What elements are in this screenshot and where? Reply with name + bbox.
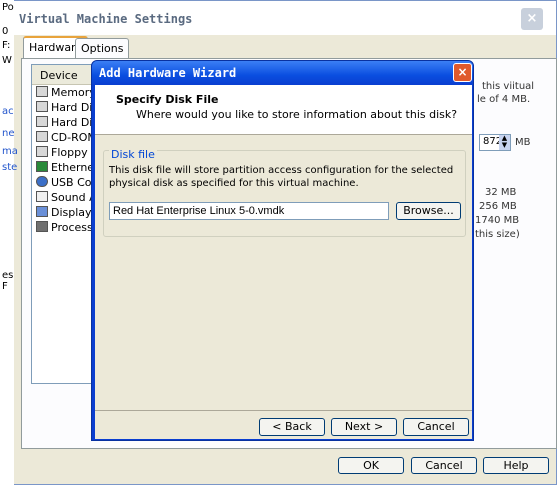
next-button[interactable]: Next > [331, 418, 397, 436]
wizard-close-icon[interactable]: × [453, 63, 472, 82]
device-item-floppy[interactable]: Floppy [36, 146, 88, 161]
bg-fragment: ac [2, 106, 14, 117]
tab-options[interactable]: Options [75, 38, 130, 58]
vm-settings-title: Virtual Machine Settings [19, 12, 193, 26]
bg-fragment: W [2, 55, 12, 66]
disk-file-group-label: Disk file [109, 148, 157, 161]
ok-button[interactable]: OK [338, 457, 404, 474]
device-item-usb[interactable]: USB Con [36, 176, 98, 191]
memory-size-note: this size) [475, 229, 520, 240]
hard-disk-icon [36, 116, 48, 127]
browse-button[interactable]: Browse... [396, 202, 461, 220]
wizard-titlebar: Add Hardware Wizard × [92, 61, 473, 85]
wizard-cancel-button[interactable]: Cancel [403, 418, 469, 436]
sound-icon [36, 191, 48, 202]
memory-mark-32: 32 MB [485, 187, 517, 198]
bg-fragment: 0 [2, 26, 9, 37]
usb-icon [36, 176, 48, 187]
device-item-display[interactable]: Display [36, 206, 92, 221]
disk-file-input[interactable] [109, 202, 389, 220]
memory-mark-256: 256 MB [479, 201, 517, 212]
memory-info-line-2: le of 4 MB. [477, 94, 531, 105]
memory-mark-1740: 1740 MB [475, 215, 520, 226]
bg-fragment: F: [2, 40, 11, 51]
device-item-cdrom[interactable]: CD-ROM [36, 131, 97, 146]
bg-fragment: es F [2, 270, 14, 292]
device-item-processor[interactable]: Processo [36, 221, 99, 236]
memory-info-line-1: this viitual [482, 81, 535, 92]
wizard-step-title: Specify Disk File [116, 93, 219, 106]
memory-unit: MB [515, 137, 531, 148]
help-button[interactable]: Help [483, 457, 549, 474]
floppy-icon [36, 146, 48, 157]
cancel-button[interactable]: Cancel [411, 457, 477, 474]
wizard-step-subtitle: Where would you like to store informatio… [136, 108, 458, 121]
background-window-strip: Po 0 F: W ac ne ma ste es F [0, 0, 18, 489]
cdrom-icon [36, 131, 48, 142]
device-item-memory[interactable]: Memory [36, 86, 96, 101]
display-icon [36, 206, 48, 217]
device-item-ethernet[interactable]: Ethernet [36, 161, 98, 176]
vm-settings-titlebar: Virtual Machine Settings × [1, 1, 556, 35]
vm-close-icon[interactable]: × [521, 8, 543, 30]
ethernet-icon [36, 161, 48, 172]
bg-fragment: Po [2, 2, 14, 13]
memory-icon [36, 86, 48, 97]
disk-file-description: This disk file will store partition acce… [109, 165, 454, 189]
add-hardware-wizard: Add Hardware Wizard × Specify Disk File … [91, 60, 474, 441]
processor-icon [36, 221, 48, 232]
bg-fragment: ne [2, 128, 15, 139]
bg-fragment: ste [2, 162, 18, 173]
wizard-title: Add Hardware Wizard [99, 66, 237, 80]
hard-disk-icon [36, 101, 48, 112]
wizard-header: Specify Disk File Where would you like t… [95, 85, 472, 135]
wizard-body: Specify Disk File Where would you like t… [95, 85, 472, 439]
spinner-arrows-icon[interactable]: ▲ ▼ [499, 135, 510, 150]
bg-fragment: ma [2, 146, 18, 157]
back-button[interactable]: < Back [259, 418, 325, 436]
wizard-footer-separator [95, 410, 472, 411]
